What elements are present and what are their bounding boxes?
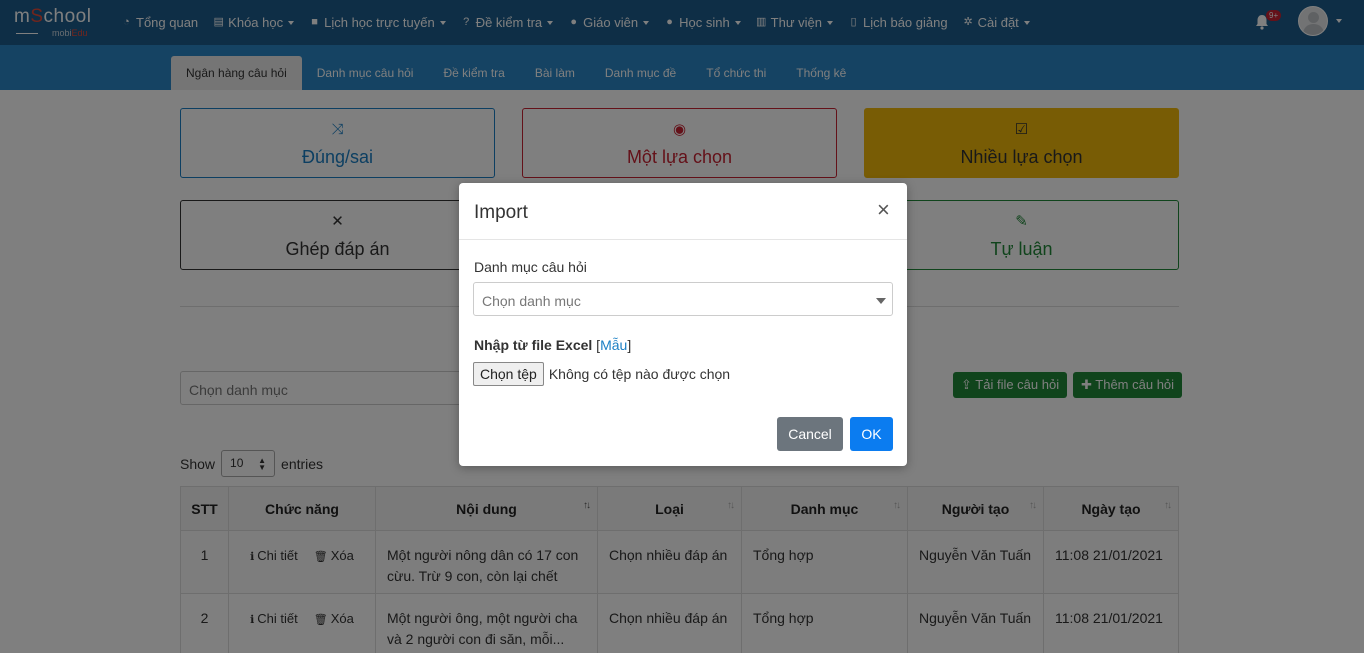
chevron-down-icon <box>876 298 886 304</box>
excel-import-label: Nhập từ file Excel [Mẫu] <box>474 337 632 353</box>
modal-category-select[interactable]: Chọn danh mục <box>473 282 893 316</box>
file-input: Chọn tệp Không có tệp nào được chọn <box>473 362 730 386</box>
category-label: Danh mục câu hỏi <box>474 259 587 275</box>
choose-file-button[interactable]: Chọn tệp <box>473 362 544 386</box>
cancel-button[interactable]: Cancel <box>777 417 843 451</box>
file-status: Không có tệp nào được chọn <box>548 366 731 382</box>
template-link[interactable]: Mẫu <box>600 337 627 353</box>
ok-button[interactable]: OK <box>850 417 893 451</box>
import-modal: Import × Danh mục câu hỏi Chọn danh mục … <box>459 183 907 466</box>
modal-title: Import <box>474 202 528 223</box>
close-icon[interactable]: × <box>877 199 890 221</box>
